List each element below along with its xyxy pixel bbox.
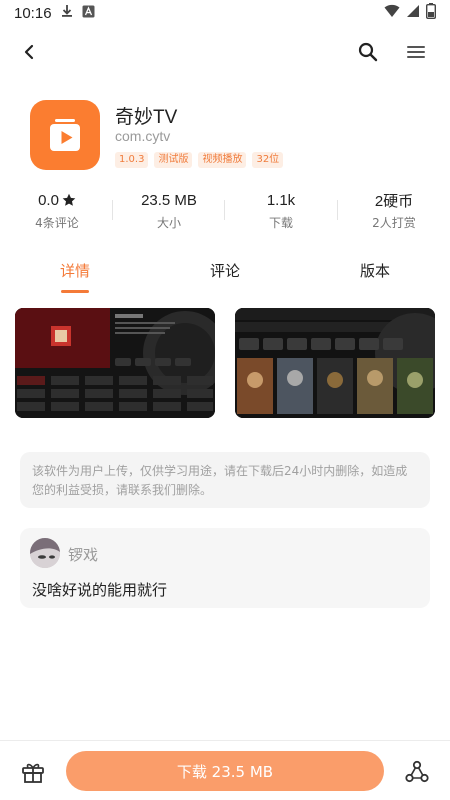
menu-button[interactable] [404,40,428,64]
comment-username: 锣戏 [68,546,99,564]
back-button[interactable] [18,40,42,64]
search-button[interactable] [356,40,380,64]
comment-card[interactable]: 锣戏 没啥好说的能用就行 [20,528,430,608]
arch-tag: 32位 [252,152,284,168]
tv-play-icon [50,119,80,151]
tab-details[interactable]: 详情 [30,260,120,281]
beta-tag: 测试版 [154,152,193,168]
category-tag: 视频播放 [198,152,247,168]
cellular-signal-icon [406,4,420,22]
search-icon [358,42,378,62]
download-button[interactable]: 下载 23.5 MB [66,751,384,791]
rating-label: 4条评论 [35,216,79,230]
app-package: com.cytv [115,128,171,144]
status-bar: 10:16 [0,0,450,26]
coins-value: 2硬币 [374,192,414,210]
tab-versions[interactable]: 版本 [330,260,420,281]
screenshot-2[interactable] [235,308,435,418]
stat-size: 23.5 MB 大小 [119,190,219,231]
bottom-action-bar: 下载 23.5 MB [0,740,450,800]
font-notification-icon [82,5,95,22]
download-notification-icon [60,4,74,22]
share-icon [405,760,429,783]
gift-button[interactable] [20,759,46,785]
app-stats: 0.0 4条评论 23.5 MB 大小 1.1k 下载 2硬币 2人打赏 [0,190,450,234]
screenshot-2-image [235,308,435,418]
gift-icon [22,763,44,783]
disclaimer-notice: 该软件为用户上传，仅供学习用途，请在下载后24小时内删除，如造成您的利益受损，请… [20,452,430,508]
top-app-bar [0,34,450,70]
downloads-label: 下载 [268,216,293,230]
stat-downloads: 1.1k 下载 [231,190,331,231]
app-tags: 1.0.3 测试版 视频播放 32位 [115,152,284,168]
share-button[interactable] [404,759,430,785]
stat-divider [224,200,225,220]
wifi-icon [384,4,400,22]
coins-label: 2人打赏 [372,216,416,230]
battery-icon [425,3,437,23]
screenshot-1-image [15,308,215,418]
tab-indicator [61,290,89,293]
downloads-value: 1.1k [266,191,296,209]
tab-comments[interactable]: 评论 [180,260,270,281]
stat-divider [337,200,338,220]
app-icon [30,100,100,170]
back-arrow-icon [24,44,34,60]
star-icon [62,193,76,206]
menu-icon [407,46,425,58]
app-name: 奇妙TV [115,107,178,128]
comment-text: 没啥好说的能用就行 [32,581,168,599]
avatar[interactable] [30,538,60,568]
stat-rating[interactable]: 0.0 4条评论 [7,190,107,231]
screenshot-1[interactable] [15,308,215,418]
status-time: 10:16 [14,4,52,22]
size-value: 23.5 MB [141,191,197,209]
size-label: 大小 [156,216,181,230]
rating-value: 0.0 [38,191,59,209]
detail-tabs: 详情 评论 版本 [0,256,450,296]
user-avatar-icon [30,538,60,568]
stat-coins[interactable]: 2硬币 2人打赏 [344,190,444,231]
stat-divider [112,200,113,220]
version-tag: 1.0.3 [115,152,149,168]
